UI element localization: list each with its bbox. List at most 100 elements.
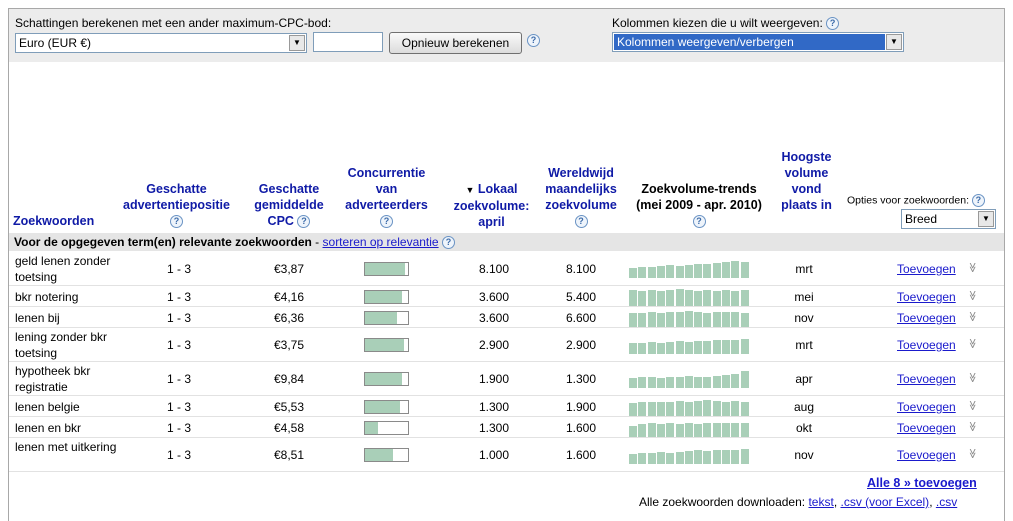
expand-chevron-icon[interactable]: ≫ (967, 311, 978, 321)
peak-month-cell: aug (793, 400, 815, 414)
add-keyword-link[interactable]: Toevoegen (897, 261, 957, 277)
expand-chevron-icon[interactable]: ≫ (967, 290, 978, 300)
trend-bar (712, 263, 721, 278)
trend-bar (712, 450, 721, 464)
local-volume-cell: 3.600 (478, 311, 509, 325)
match-type-value: Breed (905, 212, 938, 226)
trend-bar (703, 451, 712, 464)
local-volume-cell: 1.000 (478, 448, 509, 462)
add-all-link[interactable]: Alle 8 » toevoegen (867, 476, 977, 490)
download-csv-excel-link[interactable]: .csv (voor Excel) (841, 495, 930, 509)
trend-bar (666, 402, 675, 416)
add-keyword-link[interactable]: Toevoegen (897, 399, 957, 415)
help-icon[interactable]: ? (441, 236, 455, 250)
trend-bar (638, 402, 647, 416)
trend-bar (629, 313, 637, 327)
position-cell: 1 - 3 (166, 421, 191, 435)
add-keyword-link[interactable]: Toevoegen (897, 371, 957, 387)
trend-bar (703, 264, 712, 278)
trend-bar (740, 402, 749, 416)
trend-bar (694, 450, 703, 464)
help-icon[interactable]: ? (574, 215, 588, 229)
trend-bar (703, 423, 712, 437)
currency-select[interactable]: Euro (EUR €) ▼ (15, 33, 307, 53)
section-title: Voor de opgegeven term(en) relevante zoe… (14, 235, 312, 249)
col-header-keywords[interactable]: Zoekwoorden (13, 213, 113, 229)
trend-bar (629, 290, 637, 306)
help-icon[interactable]: ? (527, 34, 540, 47)
download-csv-link[interactable]: .csv (936, 495, 957, 509)
trend-bar (694, 377, 703, 388)
sort-relevance-link[interactable]: sorteren op relevantie (323, 235, 439, 249)
local-volume-cell: 1.300 (478, 421, 509, 435)
keyword-cell: lenen belgie (15, 400, 80, 414)
add-keyword-link[interactable]: Toevoegen (897, 447, 957, 463)
trend-bar (722, 375, 730, 388)
trend-bar (703, 290, 712, 306)
recalculate-button[interactable]: Opnieuw berekenen (389, 32, 522, 54)
expand-chevron-icon[interactable]: ≫ (967, 262, 978, 272)
help-icon[interactable]: ? (380, 215, 393, 229)
trend-sparkline (629, 260, 749, 278)
competition-bar-fill (365, 422, 378, 434)
expand-chevron-icon[interactable]: ≫ (967, 338, 978, 348)
trend-bar (712, 423, 721, 437)
add-keyword-link[interactable]: Toevoegen (897, 310, 957, 326)
col-header-local-volume[interactable]: ▼ Lokaal zoekvolume: april (449, 181, 534, 230)
help-icon[interactable]: ? (170, 215, 183, 229)
col-header-position[interactable]: Geschatte advertentiepositie ? (119, 181, 234, 229)
col-header-position-label: Geschatte advertentiepositie (123, 182, 230, 212)
add-keyword-link[interactable]: Toevoegen (897, 420, 957, 436)
help-icon[interactable]: ? (971, 194, 985, 207)
global-volume-cell: 1.300 (565, 372, 596, 386)
col-header-global-volume[interactable]: Wereldwijd maandelijks zoekvolume ? (537, 165, 625, 229)
trend-bar (675, 377, 684, 388)
top-controls-bar: Schattingen berekenen met een ander maxi… (9, 9, 1004, 62)
expand-chevron-icon[interactable]: ≫ (967, 421, 978, 431)
trend-bar (675, 341, 684, 354)
chevron-down-icon[interactable]: ▼ (978, 211, 994, 227)
expand-chevron-icon[interactable]: ≫ (967, 448, 978, 458)
col-header-peak[interactable]: Hoogste volume vond plaats in (774, 149, 839, 213)
expand-chevron-icon[interactable]: ≫ (967, 400, 978, 410)
help-icon[interactable]: ? (692, 215, 706, 229)
competition-bar (364, 372, 409, 386)
match-type-select[interactable]: Breed ▼ (901, 209, 996, 229)
help-icon[interactable]: ? (826, 17, 840, 31)
local-volume-cell: 8.100 (478, 262, 509, 276)
trend-bar (684, 290, 693, 306)
add-keyword-link[interactable]: Toevoegen (897, 337, 957, 353)
trend-bar (638, 291, 647, 306)
trend-bar (656, 313, 665, 327)
add-keyword-link[interactable]: Toevoegen (897, 289, 957, 305)
col-header-global-label: Wereldwijd maandelijks zoekvolume (545, 166, 617, 212)
expand-chevron-icon[interactable]: ≫ (967, 372, 978, 382)
table-row: bkr notering 1 - 3 €4,16 3.600 5.400 mei Toevo… (9, 286, 1004, 307)
col-header-cpc[interactable]: Geschatte gemiddelde CPC ? (244, 181, 334, 229)
trend-bar (722, 290, 730, 306)
trend-bar (684, 265, 693, 278)
table-row: hypotheek bkr registratie 1 - 3 €9,84 1.900… (9, 362, 1004, 396)
competition-bar (364, 400, 409, 414)
columns-select[interactable]: Kolommen weergeven/verbergen ▼ (612, 32, 904, 52)
trend-bar (656, 424, 665, 437)
col-header-competition[interactable]: Concurrentie van adverteerders ? (339, 165, 434, 229)
position-cell: 1 - 3 (166, 262, 191, 276)
chevron-down-icon[interactable]: ▼ (289, 35, 305, 51)
trend-bar (740, 262, 749, 278)
download-text-link[interactable]: tekst (808, 495, 833, 509)
trend-bar (656, 378, 665, 388)
trend-bar (666, 342, 675, 354)
cpc-bid-input[interactable] (313, 32, 383, 52)
trend-bar (629, 426, 637, 437)
trend-bar (694, 401, 703, 416)
chevron-down-icon[interactable]: ▼ (886, 34, 902, 50)
trend-sparkline (629, 309, 749, 327)
competition-bar-fill (365, 401, 401, 413)
cpc-cell: €3,87 (273, 262, 305, 276)
trend-bar (666, 377, 675, 388)
trend-bar (740, 371, 749, 388)
competition-bar-fill (365, 263, 405, 275)
help-icon[interactable]: ? (297, 215, 311, 229)
peak-month-cell: nov (794, 448, 814, 462)
